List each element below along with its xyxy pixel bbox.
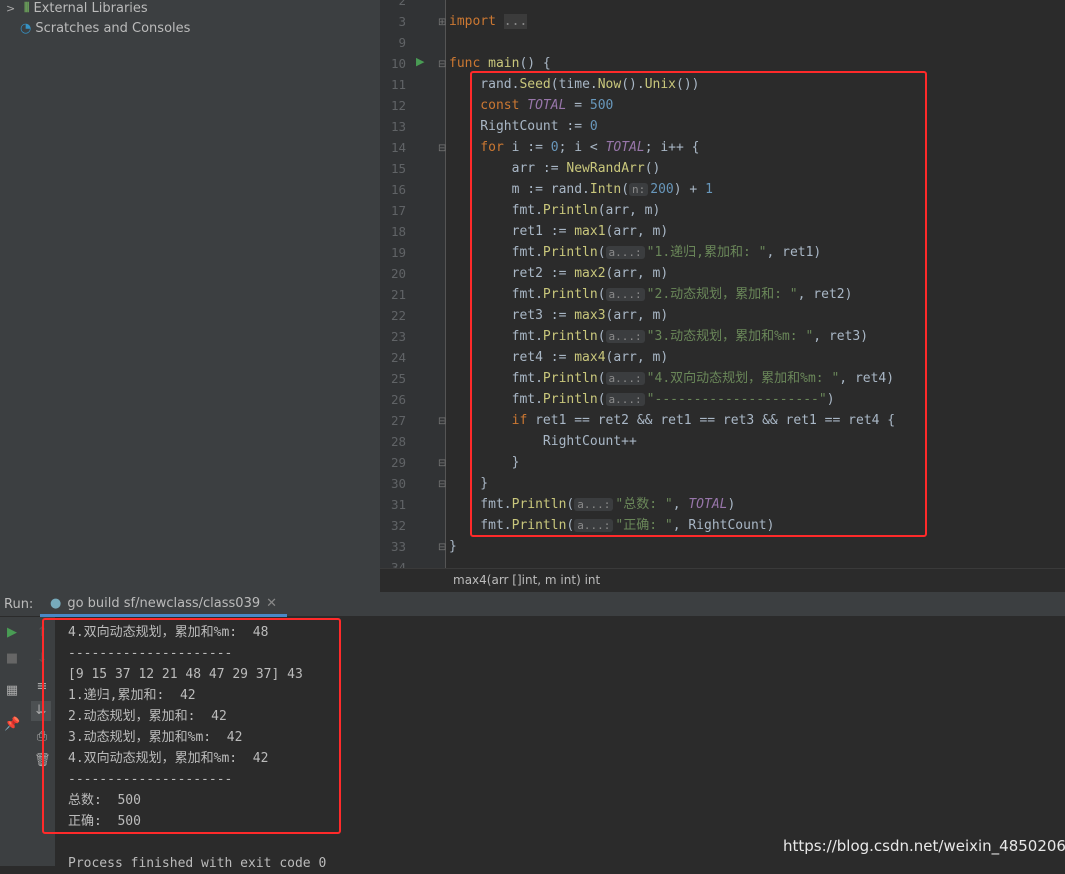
line-number: 32: [390, 518, 406, 533]
line-number: 19: [390, 245, 406, 260]
line-number: 3: [398, 14, 406, 29]
line-number: 21: [390, 287, 406, 302]
code-token: import: [449, 14, 496, 29]
line-number: 34: [390, 560, 406, 568]
line-number: 11: [390, 77, 406, 92]
fold-icon[interactable]: ⊟: [438, 143, 446, 154]
gopher-icon: ●: [50, 596, 62, 611]
code-token: }: [449, 539, 457, 554]
gutter: 2 3 9 10 11 12 13 14 15 16 17 18 19 20 21 22 23 24 25 26 27 2…: [380, 0, 446, 568]
fold-icon[interactable]: ⊟: [438, 479, 446, 490]
line-number: 12: [390, 98, 406, 113]
tree-item-label: External Libraries: [33, 0, 148, 16]
line-number: 24: [390, 350, 406, 365]
layout-icon[interactable]: ▦: [4, 683, 20, 699]
tree-item-external-libraries[interactable]: > ⫴ External Libraries: [6, 0, 148, 18]
line-number: 15: [390, 161, 406, 176]
chevron-right-icon[interactable]: >: [6, 2, 20, 15]
stop-icon[interactable]: ■: [4, 651, 20, 667]
line-number: 33: [390, 539, 406, 554]
highlight-box: [470, 71, 927, 537]
line-number: 27: [390, 413, 406, 428]
run-tab[interactable]: ● go build sf/newclass/class039 ✕: [40, 592, 288, 617]
fold-icon[interactable]: ⊟: [438, 59, 446, 70]
project-panel: > ⫴ External Libraries ◔ Scratches and C…: [0, 0, 380, 592]
line-number: 20: [390, 266, 406, 281]
line-number: 18: [390, 224, 406, 239]
code-token: main: [488, 56, 520, 71]
rerun-icon[interactable]: ▶: [4, 625, 20, 641]
code-token: ...: [503, 14, 528, 29]
library-icon: ⫴: [24, 0, 30, 16]
pin-icon[interactable]: 📌: [4, 717, 20, 733]
breadcrumb[interactable]: max4(arr []int, m int) int: [380, 568, 1065, 592]
line-number: 26: [390, 392, 406, 407]
line-number: 23: [390, 329, 406, 344]
code-token: () {: [519, 56, 551, 71]
line-number: 14: [390, 140, 406, 155]
line-number: 30: [390, 476, 406, 491]
line-number: 22: [390, 308, 406, 323]
highlight-box: [42, 618, 341, 834]
line-number: 17: [390, 203, 406, 218]
run-tool-bar: Run: ● go build sf/newclass/class039 ✕: [0, 592, 1065, 617]
scratches-icon: ◔: [20, 20, 32, 36]
code-line: import ...: [449, 11, 528, 32]
tree-item-label: Scratches and Consoles: [35, 20, 191, 36]
code-line: }: [449, 536, 457, 557]
fold-icon[interactable]: ⊟: [438, 542, 446, 553]
line-number: 31: [390, 497, 406, 512]
watermark: https://blog.csdn.net/weixin_48502062: [783, 837, 1065, 855]
console-line: Process finished with exit code 0: [68, 856, 327, 871]
fold-icon[interactable]: ⊟: [438, 416, 446, 427]
fold-icon[interactable]: ⊟: [438, 458, 446, 469]
line-number: 9: [398, 35, 406, 50]
line-number: 13: [390, 119, 406, 134]
close-icon[interactable]: ✕: [266, 596, 277, 611]
line-number: 25: [390, 371, 406, 386]
tree-item-scratches[interactable]: ◔ Scratches and Consoles: [20, 18, 190, 38]
run-gutter-icon[interactable]: ▶: [416, 55, 424, 68]
line-number: 10: [390, 56, 406, 71]
line-number: 28: [390, 434, 406, 449]
line-number: 16: [390, 182, 406, 197]
line-number: 2: [398, 0, 406, 8]
line-number: 29: [390, 455, 406, 470]
run-label: Run:: [4, 597, 34, 612]
run-tab-label: go build sf/newclass/class039: [67, 596, 261, 611]
code-token: func: [449, 56, 489, 71]
fold-icon[interactable]: ⊞: [438, 17, 446, 28]
